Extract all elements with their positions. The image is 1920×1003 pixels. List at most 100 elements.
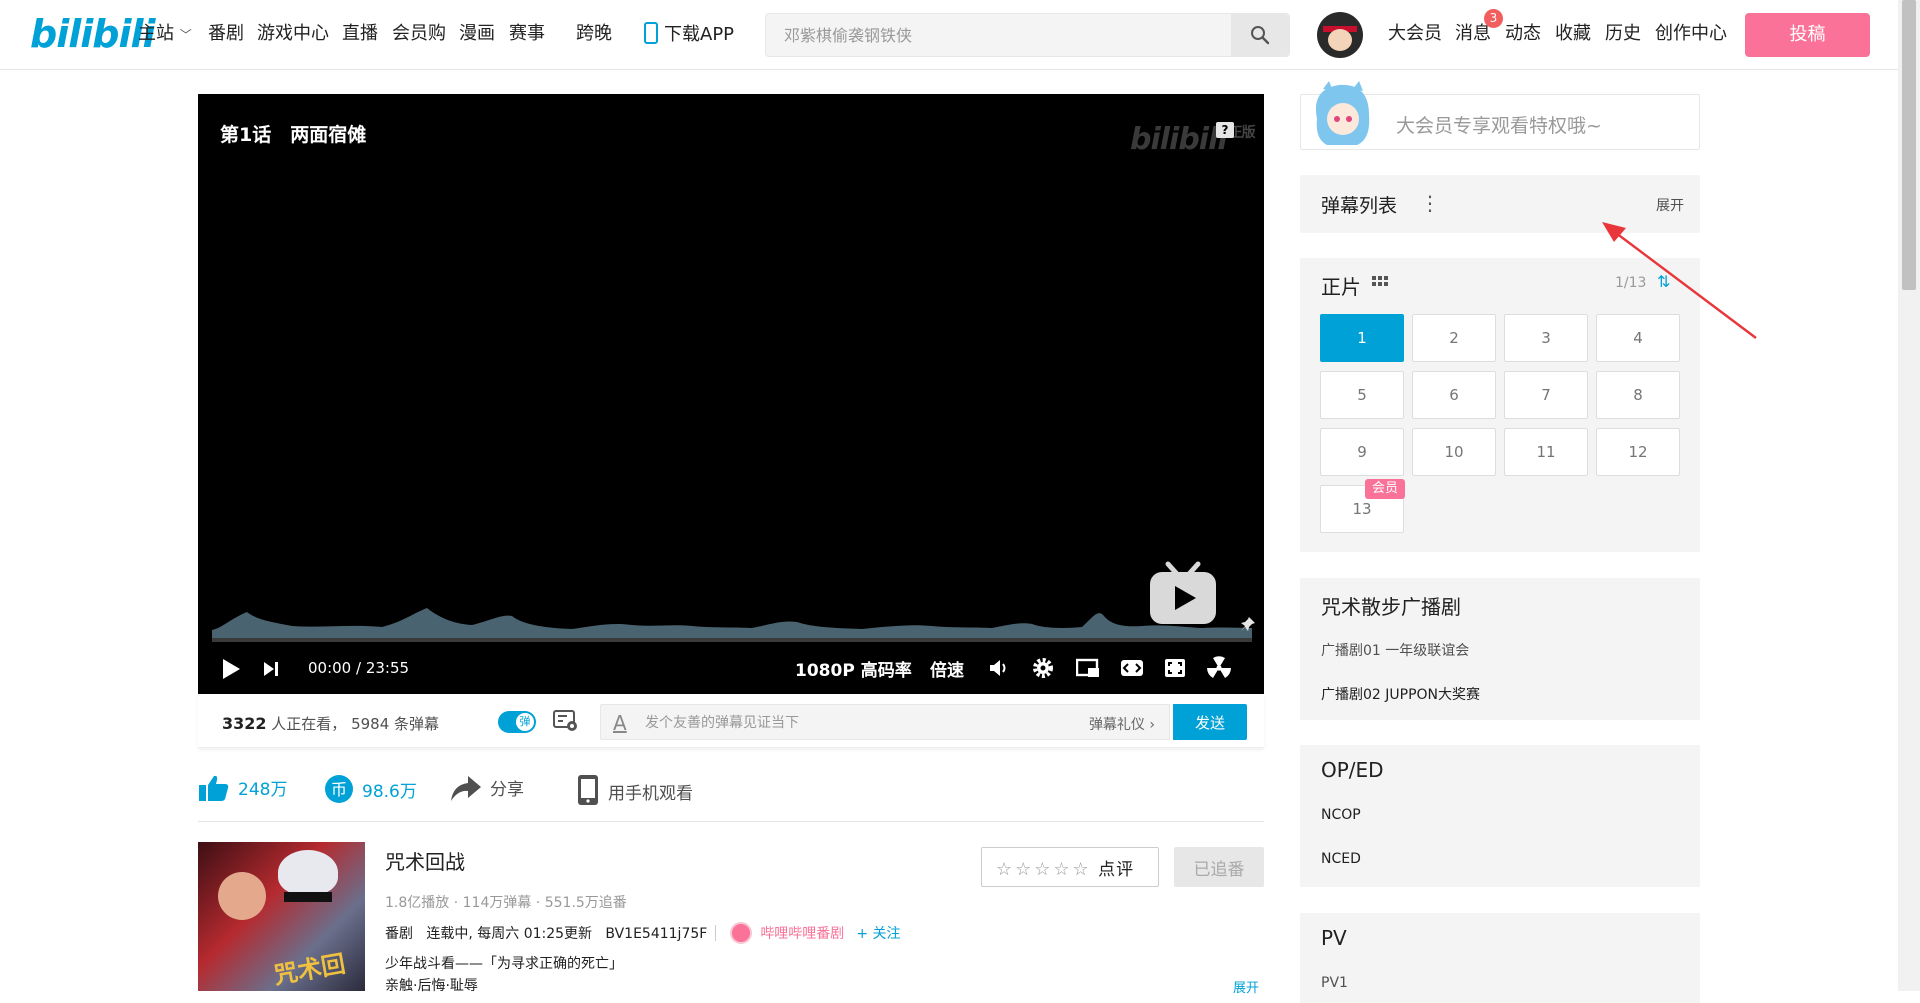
episode-button-13[interactable]: 13 会员	[1320, 479, 1405, 533]
vip-promo-banner[interactable]: 大会员专享观看特权哦~	[1300, 81, 1700, 150]
time-current: 00:00	[308, 659, 352, 677]
quality-selector[interactable]: 1080P 高码率	[795, 656, 912, 681]
svg-text:币: 币	[331, 780, 347, 799]
followed-anime-button[interactable]: 已追番	[1174, 847, 1264, 887]
watch-on-phone-button[interactable]: 用手机观看	[576, 774, 693, 808]
episode-button-6[interactable]: 6	[1412, 371, 1496, 419]
rate-button[interactable]: ☆☆☆☆☆ 点评	[981, 847, 1159, 887]
episode-button-9[interactable]: 9	[1320, 428, 1404, 476]
avatar-face	[1328, 29, 1352, 51]
nav-main-site-label: 主站	[138, 23, 174, 44]
uploader-name[interactable]: 哔哩哔哩番剧	[760, 926, 844, 942]
speed-selector[interactable]: 倍速	[930, 656, 964, 681]
episode-13-label: 13	[1352, 500, 1372, 518]
expand-description-link[interactable]: 展开	[1233, 977, 1259, 996]
nav-messages[interactable]: 消息	[1455, 22, 1491, 46]
upload-button[interactable]: 投稿	[1745, 13, 1870, 57]
anime-genre: 亲触·后悔·耻辱	[385, 978, 478, 994]
picture-in-picture-icon[interactable]	[1076, 658, 1100, 678]
divider	[715, 925, 717, 941]
grid-view-icon[interactable]	[1372, 276, 1388, 290]
danmaku-heat-waveform	[212, 608, 1252, 640]
search-button[interactable]	[1231, 14, 1289, 56]
top-navbar: bilibili 主站 ﹀ 番剧 游戏中心 直播 会员购 漫画 赛事 跨晚 下载…	[0, 0, 1898, 70]
episode-button-10[interactable]: 10	[1412, 428, 1496, 476]
phone-icon	[644, 22, 658, 44]
coin-count: 98.6万	[362, 782, 417, 802]
chevron-down-icon: ﹀	[179, 28, 192, 42]
anime-title[interactable]: 咒术回战	[385, 846, 465, 875]
widescreen-icon[interactable]	[1120, 658, 1144, 678]
danmaku-list-expand[interactable]: 展开	[1656, 195, 1684, 215]
annotation-arrow	[1602, 222, 1757, 339]
fullscreen-radiation-icon[interactable]	[1207, 656, 1231, 680]
volume-icon[interactable]	[988, 658, 1010, 678]
send-danmaku-button[interactable]: 发送	[1173, 704, 1247, 740]
web-fullscreen-icon[interactable]	[1164, 658, 1186, 678]
uploader-avatar[interactable]	[730, 922, 753, 944]
search-input[interactable]	[784, 24, 1184, 46]
episode-button-2[interactable]: 2	[1412, 314, 1496, 362]
rate-label: 点评	[1098, 859, 1135, 880]
nav-esports[interactable]: 赛事	[509, 22, 545, 46]
danmaku-input[interactable]	[645, 713, 1045, 733]
anime-category[interactable]: 番剧	[385, 926, 413, 942]
play-icon[interactable]	[220, 657, 242, 681]
episode-button-3[interactable]: 3	[1504, 314, 1588, 362]
cover-character	[218, 872, 266, 920]
anime-stats: 1.8亿播放 · 114万弹幕 · 551.5万追番	[385, 895, 627, 911]
nav-creator-center[interactable]: 创作中心	[1655, 22, 1727, 46]
user-avatar[interactable]	[1317, 12, 1363, 58]
episode-button-7[interactable]: 7	[1504, 371, 1588, 419]
scrollbar-thumb[interactable]	[1902, 0, 1916, 290]
radio-drama-panel: 咒术散步广播剧 广播剧01 一年级联谊会 广播剧02 JUPPON大奖赛	[1300, 578, 1700, 720]
episode-button-11[interactable]: 11	[1504, 428, 1588, 476]
pin-icon[interactable]	[1240, 616, 1256, 632]
share-arrow-icon	[451, 776, 481, 801]
nav-manga[interactable]: 漫画	[459, 22, 495, 46]
nav-live[interactable]: 直播	[342, 22, 378, 46]
nav-game-center[interactable]: 游戏中心	[257, 22, 329, 46]
episode-title: 第1话 两面宿傩	[220, 124, 367, 146]
like-button[interactable]: 248万	[198, 774, 287, 804]
nav-member-shop[interactable]: 会员购	[392, 22, 446, 46]
video-player[interactable]: 第1话 两面宿傩 bilibili 正版 ? 00:00 / 23:55 1080…	[198, 94, 1264, 694]
nav-anime[interactable]: 番剧	[208, 22, 244, 46]
next-episode-icon[interactable]	[262, 660, 280, 678]
danmaku-toggle[interactable]: 弹	[498, 711, 536, 733]
danmaku-etiquette-link[interactable]: 弹幕礼仪 ›	[1089, 714, 1155, 734]
nav-big-vip[interactable]: 大会员	[1388, 22, 1442, 46]
radio-drama-item-2[interactable]: 广播剧02 JUPPON大奖赛	[1321, 684, 1480, 704]
follow-uploader-button[interactable]: + 关注	[856, 926, 900, 942]
op-ed-item-nced[interactable]: NCED	[1321, 851, 1361, 867]
coin-icon: 币	[325, 775, 353, 803]
episode-button-1[interactable]: 1	[1320, 314, 1404, 362]
op-ed-item-ncop[interactable]: NCOP	[1321, 807, 1361, 823]
radio-drama-item-1[interactable]: 广播剧01 一年级联谊会	[1321, 640, 1469, 660]
page-scrollbar[interactable]	[1898, 0, 1920, 991]
help-icon[interactable]: ?	[1216, 122, 1234, 138]
episode-button-5[interactable]: 5	[1320, 371, 1404, 419]
share-button[interactable]: 分享	[450, 774, 524, 804]
episode-button-12[interactable]: 12	[1596, 428, 1680, 476]
download-app-link[interactable]: 下载APP	[644, 22, 734, 47]
danmaku-style-icon[interactable]: A	[613, 711, 627, 735]
cover-character-hair	[278, 850, 338, 895]
danmaku-settings-icon[interactable]	[553, 710, 579, 732]
bilibili-logo[interactable]: bilibili	[30, 14, 156, 54]
nav-main-site[interactable]: 主站 ﹀	[138, 22, 192, 47]
anime-danmaku-count: 114万弹幕	[462, 895, 532, 911]
pv-item-1[interactable]: PV1	[1321, 975, 1348, 991]
video-actions: 248万 币 98.6万 分享 用手机观看	[198, 760, 1264, 822]
coin-button[interactable]: 币 98.6万	[324, 774, 417, 806]
more-options-icon[interactable]: ⋮	[1420, 193, 1440, 213]
player-controls: 00:00 / 23:55 1080P 高码率 倍速	[198, 642, 1264, 694]
viewers-text: 人正在看，	[266, 715, 347, 733]
nav-favorites[interactable]: 收藏	[1555, 22, 1591, 46]
nav-new-year-gala[interactable]: 跨晚	[576, 22, 612, 46]
nav-dynamics[interactable]: 动态	[1505, 22, 1541, 46]
anime-cover-image[interactable]: 咒术回战	[198, 842, 365, 991]
episode-button-8[interactable]: 8	[1596, 371, 1680, 419]
nav-history[interactable]: 历史	[1605, 22, 1641, 46]
settings-gear-icon[interactable]	[1032, 657, 1054, 679]
